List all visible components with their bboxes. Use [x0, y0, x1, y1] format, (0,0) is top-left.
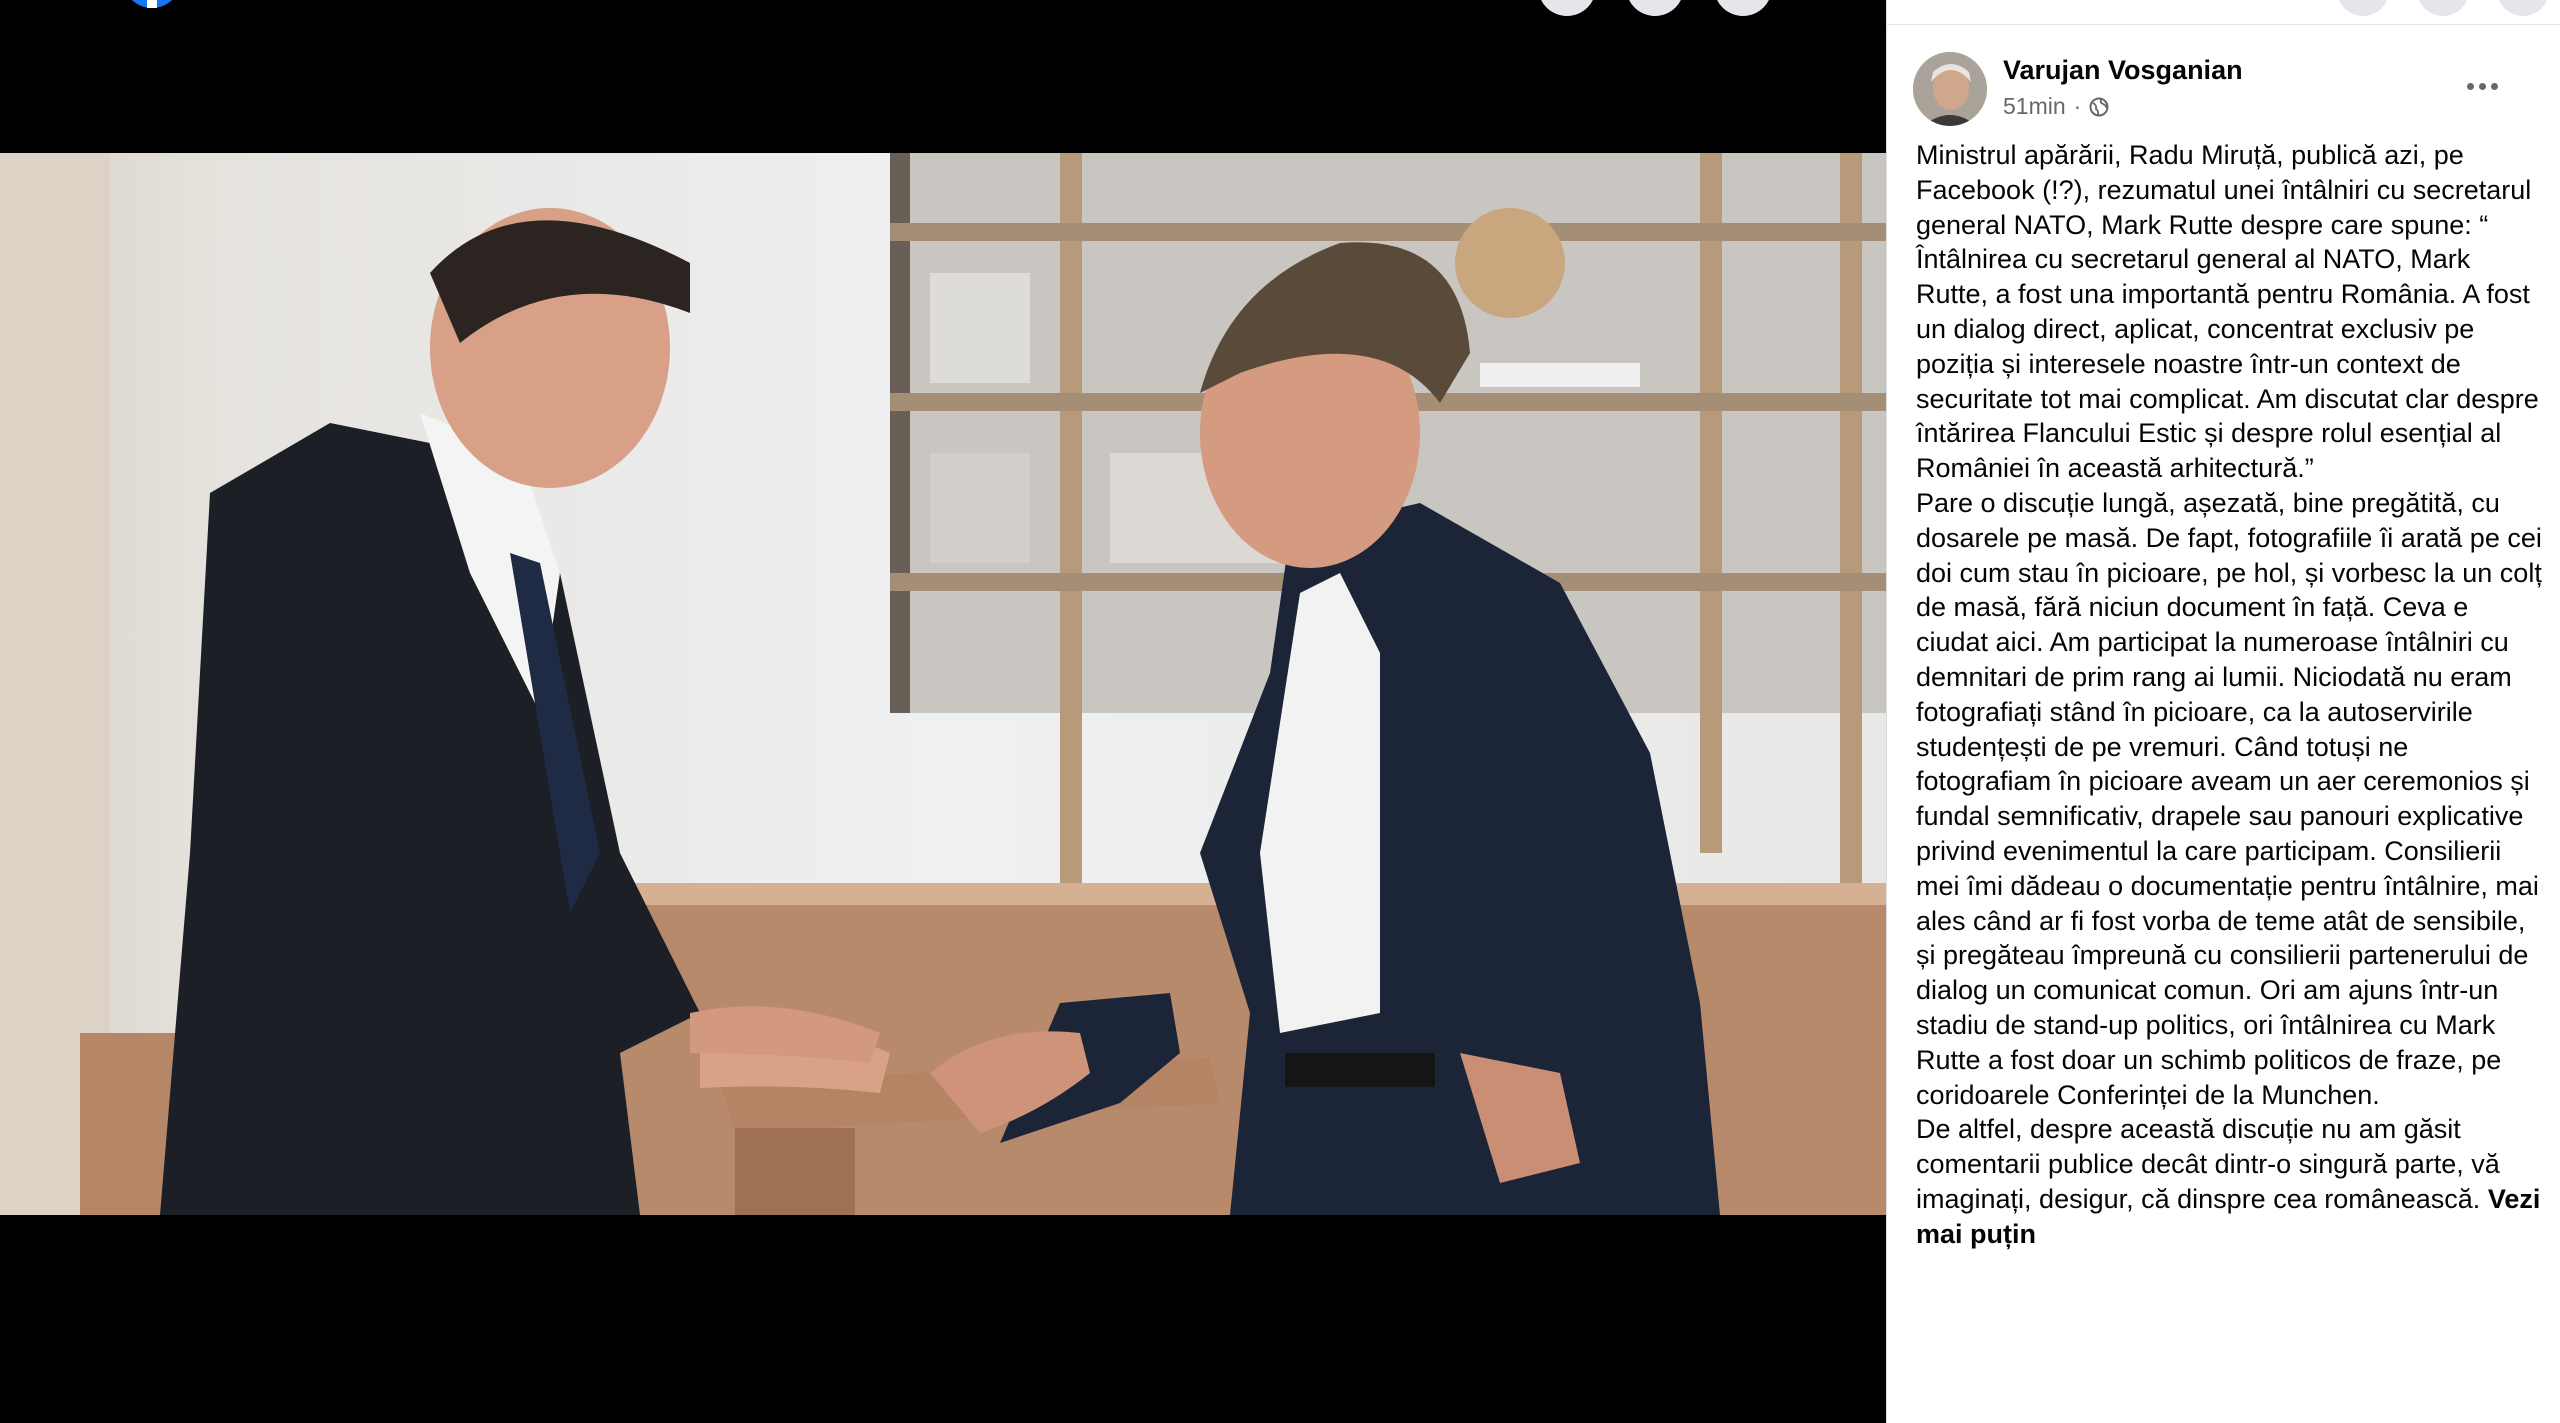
post-photo: [0, 153, 1886, 1215]
account-button[interactable]: [2497, 0, 2549, 16]
post-meta: 51min ·: [2003, 93, 2109, 120]
post-text: Ministrul apărării, Radu Miruță, publică…: [1916, 138, 2542, 1252]
post-paragraph-text: De altfel, despre această discuție nu am…: [1916, 1114, 2500, 1214]
globe-icon[interactable]: [2089, 97, 2109, 117]
meta-separator: ·: [2073, 93, 2082, 119]
more-options-icon[interactable]: [2457, 66, 2507, 106]
post-paragraph: Ministrul apărării, Radu Miruță, publică…: [1916, 140, 2539, 484]
zoom-button[interactable]: [1626, 0, 1684, 16]
close-button[interactable]: [1538, 0, 1596, 16]
notifications-button[interactable]: [2417, 0, 2469, 16]
post-paragraph: Pare o discuție lungă, așezată, bine pre…: [1916, 487, 2542, 1110]
sidebar-top-bar: [1887, 0, 2560, 25]
photo-viewer: [0, 0, 1886, 1423]
post-sidebar: Varujan Vosganian 51min · Ministrul apăr…: [1886, 0, 2560, 1423]
fullscreen-button[interactable]: [1714, 0, 1772, 16]
menu-button[interactable]: [2337, 0, 2389, 16]
post-paragraph: De altfel, despre această discuție nu am…: [1916, 1112, 2542, 1251]
avatar[interactable]: [1913, 52, 1987, 126]
post-time[interactable]: 51min: [2003, 93, 2066, 120]
facebook-logo-icon[interactable]: [123, 0, 181, 8]
author-name[interactable]: Varujan Vosganian: [2003, 55, 2243, 86]
